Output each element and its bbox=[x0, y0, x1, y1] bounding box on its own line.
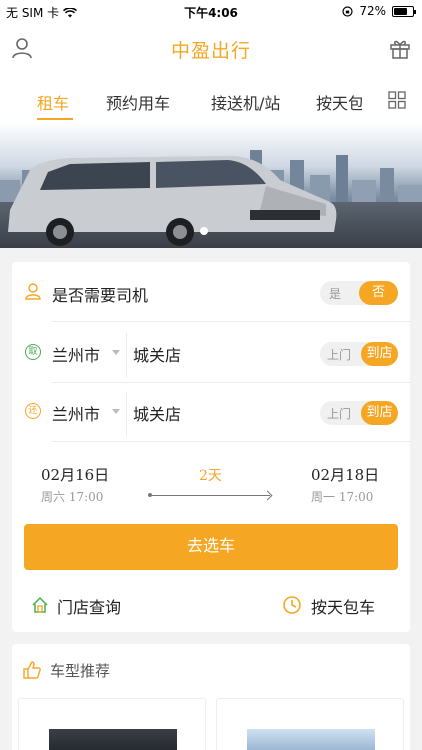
car-thumbnail[interactable] bbox=[216, 698, 404, 750]
arrow-right-icon bbox=[148, 493, 270, 497]
divider bbox=[52, 441, 410, 442]
rental-duration: 2天 bbox=[199, 468, 222, 484]
battery-percent: 72% bbox=[359, 4, 386, 18]
car-image bbox=[247, 729, 375, 750]
recommend-card: 车型推荐 bbox=[12, 644, 410, 750]
return-store[interactable]: 城关店 bbox=[133, 401, 181, 425]
daily-charter-link[interactable]: 按天包车 bbox=[311, 594, 375, 618]
driver-no-option[interactable]: 否 bbox=[359, 281, 398, 305]
driver-icon bbox=[25, 283, 41, 300]
driver-yes-option[interactable]: 是 bbox=[329, 285, 341, 302]
divider bbox=[52, 321, 410, 322]
store-home-icon[interactable] bbox=[31, 596, 49, 614]
pickup-badge: 取 bbox=[25, 344, 41, 360]
recommend-title: 车型推荐 bbox=[50, 662, 111, 680]
return-badge: 还 bbox=[25, 403, 41, 419]
tab-bar: 租车 预约用车 接送机/站 按天包车 bbox=[0, 74, 422, 122]
tab-scroll: 租车 预约用车 接送机/站 按天包车 bbox=[0, 74, 362, 122]
status-right: 72% bbox=[342, 4, 416, 18]
car-image bbox=[49, 729, 177, 750]
pickup-mode-toggle[interactable]: 上门 到店 bbox=[320, 342, 398, 366]
end-date[interactable]: 02月18日 bbox=[311, 464, 379, 485]
clock-icon[interactable] bbox=[282, 595, 302, 615]
tab-airport-transfer[interactable]: 接送机/站 bbox=[211, 90, 280, 114]
carousel-dot[interactable] bbox=[200, 227, 208, 235]
tab-reservation[interactable]: 预约用车 bbox=[106, 90, 170, 114]
driver-label: 是否需要司机 bbox=[52, 286, 149, 305]
divider bbox=[52, 382, 410, 383]
end-time[interactable]: 周一 17:00 bbox=[311, 488, 373, 505]
start-time[interactable]: 周六 17:00 bbox=[41, 488, 103, 505]
car-thumbnail[interactable] bbox=[18, 698, 206, 750]
chevron-down-icon[interactable] bbox=[112, 409, 120, 414]
pickup-store-option[interactable]: 到店 bbox=[361, 342, 398, 366]
grid-icon[interactable] bbox=[388, 91, 406, 109]
gift-icon[interactable] bbox=[388, 36, 412, 60]
pickup-store[interactable]: 城关店 bbox=[133, 342, 181, 366]
van-image bbox=[8, 156, 337, 246]
driver-toggle[interactable]: 是 否 bbox=[320, 281, 398, 305]
return-store-option[interactable]: 到店 bbox=[361, 401, 398, 425]
pickup-door-option[interactable]: 上门 bbox=[327, 346, 351, 363]
return-mode-toggle[interactable]: 上门 到店 bbox=[320, 401, 398, 425]
active-tab-indicator bbox=[37, 118, 73, 120]
divider bbox=[126, 333, 127, 377]
promo-banner[interactable] bbox=[0, 122, 422, 248]
battery-icon bbox=[392, 5, 416, 17]
return-city[interactable]: 兰州市 bbox=[52, 401, 100, 425]
app-header: 中盈出行 bbox=[0, 22, 422, 74]
thumbs-up-icon bbox=[23, 661, 41, 679]
page-title: 中盈出行 bbox=[170, 40, 251, 62]
tab-car-rental[interactable]: 租车 bbox=[37, 90, 69, 114]
tab-daily-charter[interactable]: 按天包车 bbox=[316, 90, 362, 114]
status-bar: 无 SIM 卡 下午4:06 72% bbox=[0, 0, 422, 22]
pickup-city[interactable]: 兰州市 bbox=[52, 342, 100, 366]
return-door-option[interactable]: 上门 bbox=[327, 405, 351, 422]
choose-car-button[interactable]: 去选车 bbox=[24, 524, 398, 570]
divider bbox=[126, 392, 127, 436]
chevron-down-icon[interactable] bbox=[112, 350, 120, 355]
booking-card: 是否需要司机 是 否 取 兰州市 城关店 上门 到店 还 兰州市 城关店 上门 … bbox=[12, 262, 410, 632]
start-date[interactable]: 02月16日 bbox=[41, 464, 109, 485]
store-query-link[interactable]: 门店查询 bbox=[57, 594, 121, 618]
rotation-lock-icon bbox=[342, 5, 353, 17]
battery-fill bbox=[394, 7, 407, 15]
